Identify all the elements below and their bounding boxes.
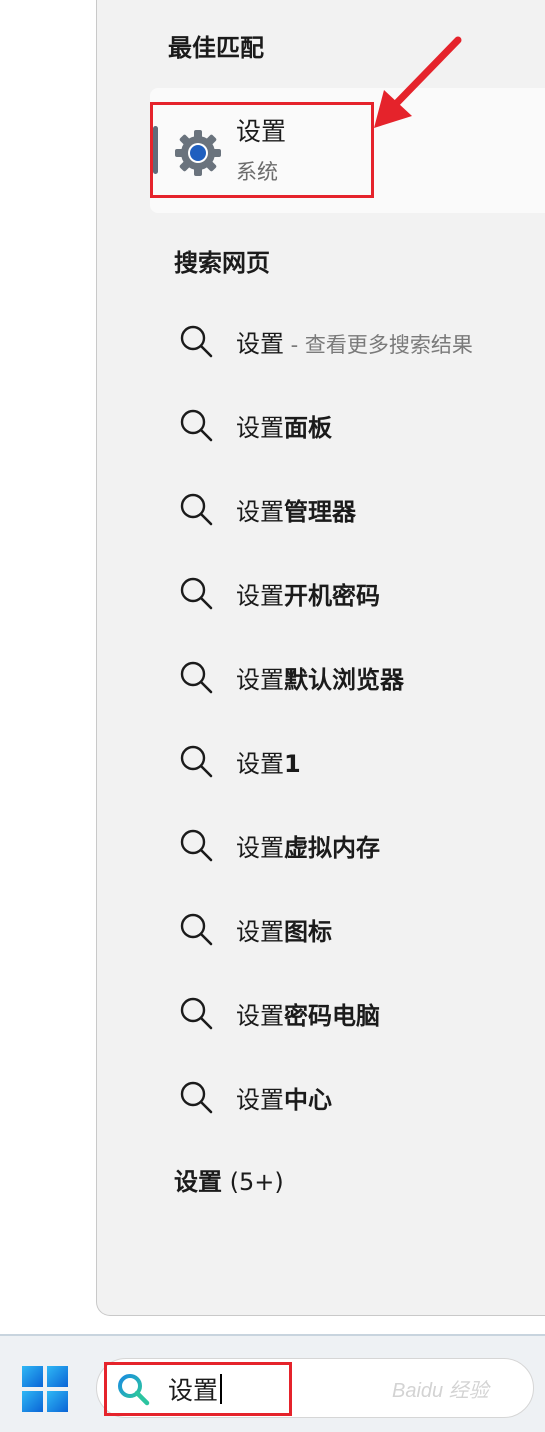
search-icon [180, 745, 213, 778]
web-search-result-label: 设置虚拟内存 [236, 828, 380, 863]
result-suffix: 1 [284, 749, 301, 778]
result-suffix: 虚拟内存 [284, 833, 380, 862]
settings-section-title: 设置 [174, 1168, 222, 1196]
web-search-result[interactable]: 设置密码电脑 [176, 985, 536, 1041]
web-search-result[interactable]: 设置管理器 [176, 481, 536, 537]
result-prefix: 设置 [236, 1085, 284, 1114]
result-suffix: 面板 [284, 413, 332, 442]
result-prefix: 设置 [236, 581, 284, 610]
web-search-result[interactable]: 设置中心 [176, 1069, 536, 1125]
result-prefix: 设置 [236, 329, 284, 358]
annotation-arrow-icon [374, 36, 462, 128]
settings-section-count: (5+) [222, 1168, 284, 1196]
annotation-search-highlight-box [104, 1362, 292, 1416]
web-search-result-label: 设置 - 查看更多搜索结果 [236, 324, 473, 359]
search-icon [180, 409, 213, 442]
web-search-result[interactable]: 设置面板 [176, 397, 536, 453]
result-prefix: 设置 [236, 1001, 284, 1030]
result-suffix: 密码电脑 [284, 1001, 380, 1030]
web-search-result-label: 设置管理器 [236, 492, 356, 527]
web-search-result[interactable]: 设置 - 查看更多搜索结果 [176, 313, 536, 369]
search-icon [180, 493, 213, 526]
search-icon [180, 829, 213, 862]
search-icon [180, 997, 213, 1030]
search-icon [180, 325, 213, 358]
web-search-result[interactable]: 设置默认浏览器 [176, 649, 536, 705]
result-prefix: 设置 [236, 833, 284, 862]
web-search-result[interactable]: 设置图标 [176, 901, 536, 957]
annotation-highlight-box [150, 102, 374, 198]
web-search-result-label: 设置1 [236, 744, 301, 779]
result-suffix: 开机密码 [284, 581, 380, 610]
web-search-result-label: 设置中心 [236, 1080, 332, 1115]
web-search-result-label: 设置默认浏览器 [236, 660, 404, 695]
result-suffix: 图标 [284, 917, 332, 946]
result-prefix: 设置 [236, 665, 284, 694]
web-search-result[interactable]: 设置1 [176, 733, 536, 789]
result-prefix: 设置 [236, 413, 284, 442]
web-search-result[interactable]: 设置虚拟内存 [176, 817, 536, 873]
web-search-result-label: 设置开机密码 [236, 576, 380, 611]
result-suffix: 管理器 [284, 497, 356, 526]
settings-section-heading[interactable]: 设置 (5+) [174, 1162, 284, 1197]
result-hint: - 查看更多搜索结果 [284, 332, 473, 357]
search-icon [180, 661, 213, 694]
result-prefix: 设置 [236, 497, 284, 526]
result-prefix: 设置 [236, 917, 284, 946]
web-search-result-label: 设置面板 [236, 408, 332, 443]
best-match-heading: 最佳匹配 [168, 34, 264, 62]
result-suffix: 默认浏览器 [284, 665, 404, 694]
search-icon [180, 1081, 213, 1114]
result-suffix: 中心 [284, 1085, 332, 1114]
watermark-logo: Baidu 经验 [392, 1380, 489, 1402]
web-search-result-label: 设置密码电脑 [236, 996, 380, 1031]
search-icon [180, 577, 213, 610]
windows-logo-icon[interactable] [22, 1366, 68, 1412]
desktop-left-area [0, 0, 96, 1330]
web-search-heading: 搜索网页 [174, 249, 270, 277]
web-search-result[interactable]: 设置开机密码 [176, 565, 536, 621]
search-icon [180, 913, 213, 946]
web-search-result-label: 设置图标 [236, 912, 332, 947]
result-prefix: 设置 [236, 749, 284, 778]
